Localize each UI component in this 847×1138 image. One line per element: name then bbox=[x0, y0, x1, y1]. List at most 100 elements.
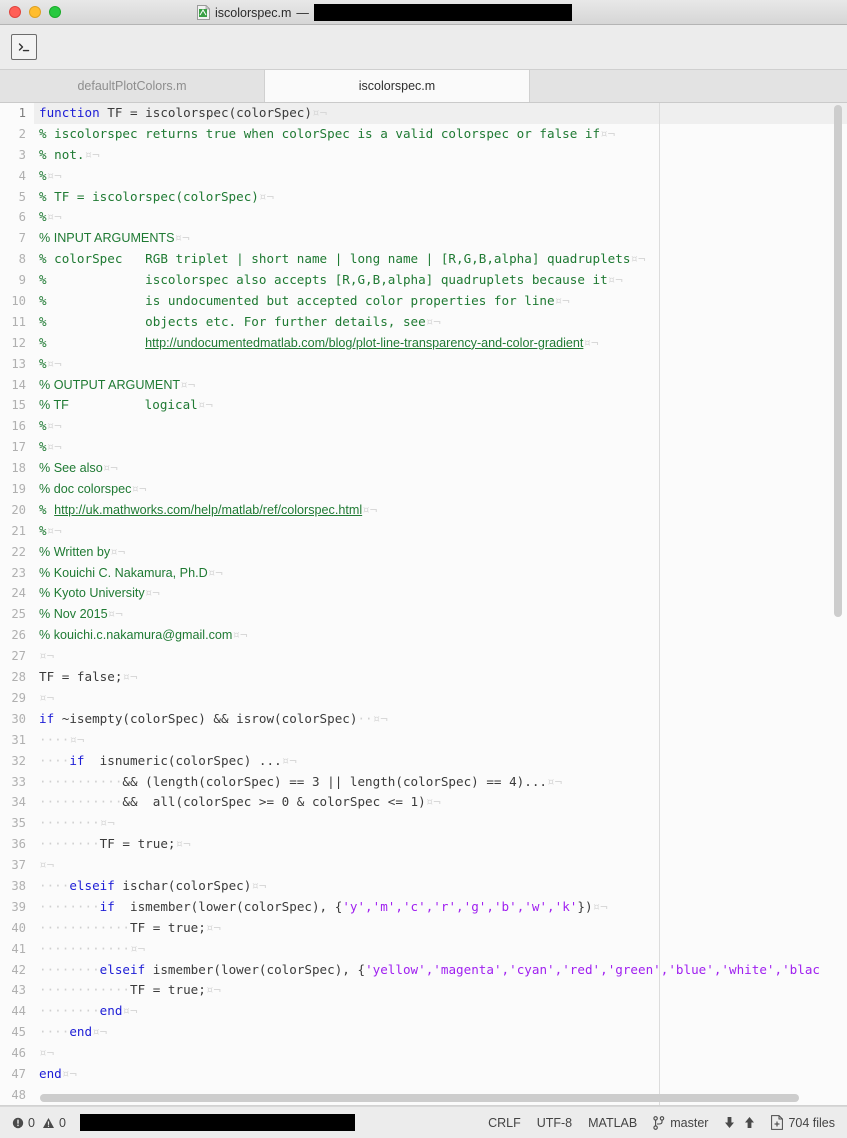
code-line[interactable]: if ~isempty(colorSpec) && isrow(colorSpe… bbox=[39, 709, 847, 730]
code-line[interactable]: % Written by¤¬ bbox=[39, 542, 847, 563]
code-line[interactable]: % iscolorspec also accepts [R,G,B,alpha]… bbox=[39, 270, 847, 291]
encoding-label: UTF-8 bbox=[536, 1115, 573, 1130]
code-line[interactable]: ············TF = true;¤¬ bbox=[39, 980, 847, 1001]
code-line[interactable]: ····elseif ischar(colorSpec)¤¬ bbox=[39, 876, 847, 897]
code-line[interactable]: % http://undocumentedmatlab.com/blog/plo… bbox=[39, 333, 847, 354]
code-line[interactable]: % is undocumented but accepted color pro… bbox=[39, 291, 847, 312]
line-number: 19 bbox=[11, 482, 26, 497]
code-line[interactable]: % OUTPUT ARGUMENT¤¬ bbox=[39, 375, 847, 396]
code-token: % kouichi.c.nakamura@gmail.com bbox=[39, 628, 233, 643]
code-line[interactable]: %¤¬ bbox=[39, 354, 847, 375]
changed-files-label: 704 files bbox=[788, 1115, 835, 1130]
code-line[interactable]: % See also¤¬ bbox=[39, 458, 847, 479]
code-line[interactable]: % TF logical¤¬ bbox=[39, 395, 847, 416]
code-token: TF = true; bbox=[99, 836, 176, 852]
code-line[interactable]: % iscolorspec returns true when colorSpe… bbox=[39, 124, 847, 145]
code-line[interactable]: %¤¬ bbox=[39, 437, 847, 458]
code-line[interactable]: ········¤¬ bbox=[39, 813, 847, 834]
code-token: ismember(lower(colorSpec), { bbox=[145, 961, 366, 977]
line-number: 32 bbox=[11, 753, 26, 768]
code-line[interactable]: % Kouichi C. Nakamura, Ph.D¤¬ bbox=[39, 563, 847, 584]
code-line[interactable]: %¤¬ bbox=[39, 521, 847, 542]
code-token: 'y','m','c','r','g','b','w','k' bbox=[342, 898, 578, 914]
line-number: 44 bbox=[11, 1004, 26, 1019]
column-ruler bbox=[659, 103, 660, 1105]
status-path-redacted bbox=[79, 1114, 355, 1131]
line-number: 12 bbox=[11, 335, 26, 350]
line-number: 22 bbox=[11, 544, 26, 559]
code-line[interactable]: ····¤¬ bbox=[39, 730, 847, 751]
horizontal-scrollbar[interactable] bbox=[40, 1094, 800, 1102]
code-line[interactable]: % colorSpec RGB triplet | short name | l… bbox=[39, 249, 847, 270]
code-line[interactable]: ············TF = true;¤¬ bbox=[39, 918, 847, 939]
code-line[interactable]: %¤¬ bbox=[39, 166, 847, 187]
tab-iscolorspec[interactable]: iscolorspec.m bbox=[265, 70, 530, 102]
code-line[interactable]: % doc colorspec¤¬ bbox=[39, 479, 847, 500]
code-line[interactable]: % Kyoto University¤¬ bbox=[39, 583, 847, 604]
code-line[interactable]: ········if ismember(lower(colorSpec), {'… bbox=[39, 897, 847, 918]
code-token: if bbox=[39, 710, 55, 726]
vertical-scrollbar[interactable] bbox=[834, 105, 842, 617]
code-token: ¤¬ bbox=[122, 1003, 138, 1019]
changed-files-item[interactable]: 704 files bbox=[771, 1115, 835, 1130]
code-content[interactable]: function TF = iscolorspec(colorSpec)¤¬% … bbox=[34, 103, 847, 1105]
encoding-selector[interactable]: UTF-8 bbox=[537, 1116, 572, 1130]
line-number: 43 bbox=[11, 983, 26, 998]
code-line[interactable]: %¤¬ bbox=[39, 207, 847, 228]
arrow-up-icon[interactable] bbox=[744, 1116, 755, 1129]
code-token: elseif bbox=[69, 877, 115, 893]
editor-pane[interactable]: 1 2 3 4 5 6 7 8 9 10 11 12 13 14 15 16 17 18 19 20 21 22 23 24 2… bbox=[0, 103, 847, 1106]
warning-count-item[interactable]: 0 bbox=[42, 1116, 66, 1130]
line-number: 41 bbox=[11, 941, 26, 956]
code-line[interactable]: % http://uk.mathworks.com/help/matlab/re… bbox=[39, 500, 847, 521]
code-line[interactable]: ···········&& (length(colorSpec) == 3 ||… bbox=[39, 772, 847, 793]
tab-defaultplotcolors[interactable]: defaultPlotColors.m bbox=[0, 70, 265, 102]
code-token: ¤¬ bbox=[46, 167, 62, 183]
maximize-button[interactable] bbox=[49, 6, 61, 18]
code-line[interactable]: ········elseif ismember(lower(colorSpec)… bbox=[39, 960, 847, 981]
code-line[interactable]: % Nov 2015¤¬ bbox=[39, 604, 847, 625]
code-line[interactable]: ········TF = true;¤¬ bbox=[39, 834, 847, 855]
code-line[interactable]: % not.¤¬ bbox=[39, 145, 847, 166]
code-token: % iscolorspec also accepts [R,G,B,alpha]… bbox=[39, 272, 608, 288]
code-line[interactable]: function TF = iscolorspec(colorSpec)¤¬ bbox=[34, 103, 847, 124]
code-line[interactable]: ¤¬ bbox=[39, 1043, 847, 1064]
horizontal-scrollbar-track[interactable] bbox=[40, 1094, 831, 1102]
error-count-item[interactable]: 0 bbox=[12, 1116, 35, 1130]
code-line[interactable]: ¤¬ bbox=[39, 855, 847, 876]
grammar-selector[interactable]: MATLAB bbox=[588, 1116, 637, 1130]
code-line[interactable]: % objects etc. For further details, see¤… bbox=[39, 312, 847, 333]
window-controls bbox=[0, 6, 61, 18]
code-line[interactable]: TF = false;¤¬ bbox=[39, 667, 847, 688]
git-sync-buttons[interactable] bbox=[724, 1116, 755, 1129]
line-number: 5 bbox=[18, 189, 26, 204]
line-ending-selector[interactable]: CRLF bbox=[488, 1116, 521, 1130]
git-branch-item[interactable]: master bbox=[653, 1116, 708, 1130]
code-line[interactable]: % INPUT ARGUMENTS¤¬ bbox=[39, 228, 847, 249]
code-line[interactable]: end¤¬ bbox=[39, 1064, 847, 1085]
code-line[interactable]: % TF = iscolorspec(colorSpec)¤¬ bbox=[39, 187, 847, 208]
line-number-gutter: 1 2 3 4 5 6 7 8 9 10 11 12 13 14 15 16 17 18 19 20 21 22 23 24 2… bbox=[0, 103, 34, 1105]
code-token: % bbox=[39, 355, 47, 371]
terminal-toggle-button[interactable] bbox=[11, 34, 37, 60]
line-number: 3 bbox=[18, 147, 26, 162]
arrow-down-icon[interactable] bbox=[724, 1116, 735, 1129]
code-line[interactable]: %¤¬ bbox=[39, 416, 847, 437]
code-line[interactable]: % kouichi.c.nakamura@gmail.com¤¬ bbox=[39, 625, 847, 646]
minimize-button[interactable] bbox=[29, 6, 41, 18]
code-token: ¤¬ bbox=[144, 585, 160, 601]
close-button[interactable] bbox=[9, 6, 21, 18]
code-line[interactable]: ¤¬ bbox=[39, 688, 847, 709]
line-number: 6 bbox=[18, 210, 26, 225]
code-token[interactable]: http://undocumentedmatlab.com/blog/plot-… bbox=[145, 336, 583, 350]
code-line[interactable]: ············¤¬ bbox=[39, 939, 847, 960]
code-token: ········ bbox=[39, 836, 100, 852]
code-line[interactable]: ···········&& all(colorSpec >= 0 & color… bbox=[39, 792, 847, 813]
code-token[interactable]: http://uk.mathworks.com/help/matlab/ref/… bbox=[54, 503, 362, 517]
code-line[interactable]: ········end¤¬ bbox=[39, 1001, 847, 1022]
code-token: }) bbox=[577, 898, 593, 914]
code-line[interactable]: ····end¤¬ bbox=[39, 1022, 847, 1043]
code-line[interactable]: ····if isnumeric(colorSpec) ...¤¬ bbox=[39, 751, 847, 772]
code-line[interactable]: ¤¬ bbox=[39, 646, 847, 667]
code-token: ¤¬ bbox=[630, 251, 646, 267]
